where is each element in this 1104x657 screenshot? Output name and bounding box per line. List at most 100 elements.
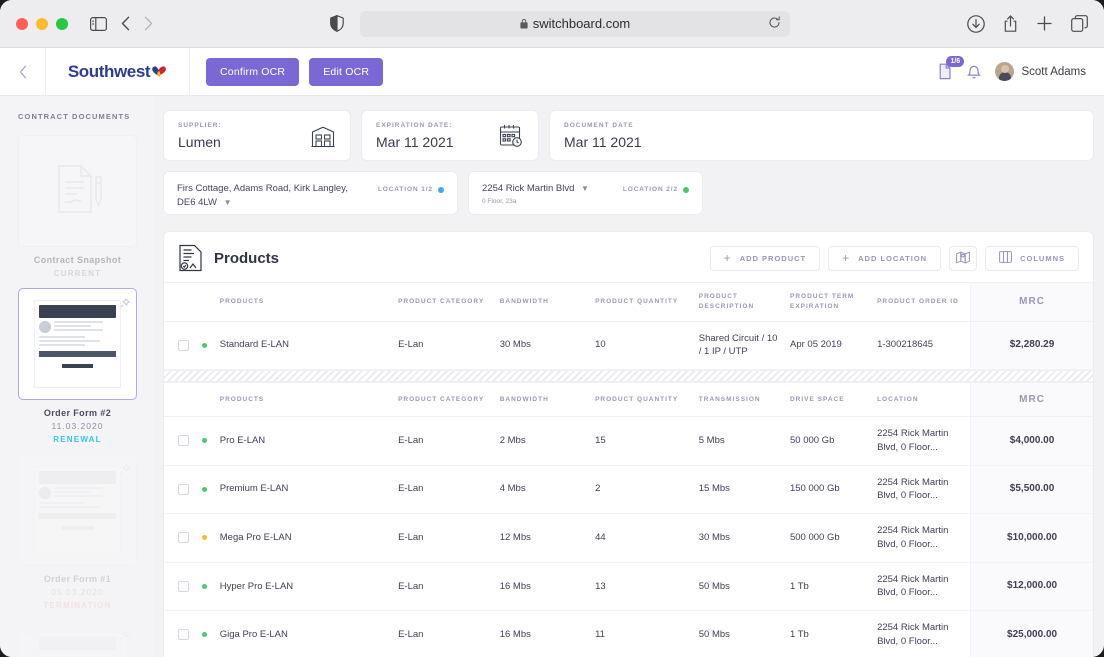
location-name: Firs Cottage, Adams Road, Kirk Langley, … [177, 183, 348, 208]
cell-mrc: $5,500.00 [970, 465, 1093, 515]
sidebar-item-order-form-1[interactable]: Order Form #1 05.03.2020 TERMINATION [18, 454, 137, 610]
row-status-cell [196, 513, 214, 563]
add-product-button[interactable]: + ADD PRODUCT [709, 245, 821, 271]
window-traffic-lights [16, 17, 68, 30]
location-card-1[interactable]: Firs Cottage, Adams Road, Kirk Langley, … [163, 171, 458, 215]
table-row[interactable]: Standard E-LAN E-Lan 30 Mbs 10 Shared Ci… [164, 321, 1093, 371]
location-sub: 0 Floor, 23a [482, 197, 517, 205]
cell-product-category: E-Lan [392, 610, 494, 657]
row-checkbox[interactable] [178, 435, 189, 447]
expiration-date-card[interactable]: EXPIRATION DATE: Mar 11 2021 [361, 110, 539, 161]
row-checkbox[interactable] [178, 483, 189, 495]
forward-icon[interactable] [144, 16, 153, 31]
row-checkbox[interactable] [178, 580, 189, 592]
col-product-category[interactable]: PRODUCT CATEGORY [392, 382, 494, 418]
sidebar-item-next[interactable] [18, 620, 137, 657]
col-bandwidth[interactable]: BANDWIDTH [493, 382, 590, 418]
cell-product-name: Hyper Pro E-LAN [213, 562, 393, 612]
cell-product-order-id: 1-300218645 [871, 321, 971, 371]
sidebar-item-status: RENEWAL [53, 435, 102, 444]
notifications-bell-icon[interactable] [967, 64, 982, 80]
location-name-wrap[interactable]: 2254 Rick Martin Blvd ▼ [482, 182, 589, 196]
row-checkbox-cell[interactable] [164, 513, 197, 563]
location-status-dot [438, 186, 444, 193]
chevron-down-icon[interactable]: ▼ [581, 184, 589, 193]
shield-icon[interactable] [330, 11, 344, 37]
col-product-quantity[interactable]: PRODUCT QUANTITY [589, 282, 693, 322]
col-products[interactable]: PRODUCTS [213, 382, 393, 418]
add-location-label: ADD LOCATION [858, 253, 928, 263]
col-mrc[interactable]: MRC [970, 382, 1093, 418]
col-product-description[interactable]: PRODUCT DESCRIPTION [692, 282, 784, 322]
row-checkbox[interactable] [178, 629, 189, 641]
share-icon[interactable] [1003, 14, 1018, 33]
sidebar-item-order-form-2[interactable]: Order Form #2 11.03.2020 RENEWAL [18, 288, 137, 444]
table-row[interactable]: Premium E-LAN E-Lan 4 Mbs 2 15 Mbs 150 000 Gb… [164, 465, 1093, 515]
cell-location: 2254 Rick Martin Blvd, 0 Floor... [871, 562, 971, 612]
downloads-icon[interactable] [967, 14, 985, 33]
page-back-button[interactable] [0, 47, 46, 96]
col-bandwidth[interactable]: BANDWIDTH [493, 282, 590, 322]
col-product-quantity[interactable]: PRODUCT QUANTITY [589, 382, 693, 418]
cell-transmission: 5 Mbs [692, 416, 784, 466]
row-checkbox-cell[interactable] [164, 610, 197, 657]
pin-icon[interactable] [120, 461, 131, 479]
sidebar-item-contract-snapshot[interactable]: Contract Snapshot CURRENT [18, 135, 137, 278]
row-checkbox-cell[interactable] [164, 465, 197, 515]
col-product-order-id[interactable]: PRODUCT ORDER ID [871, 282, 971, 322]
col-product-category[interactable]: PRODUCT CATEGORY [392, 282, 494, 322]
sidebar-item-status: CURRENT [53, 269, 102, 278]
sidebar: CONTRACT DOCUMENTS Contract Snapshot CUR… [0, 96, 155, 657]
row-checkbox[interactable] [178, 532, 189, 544]
address-bar[interactable]: switchboard.com [360, 10, 790, 37]
row-status-cell [196, 610, 214, 657]
columns-button[interactable]: COLUMNS [985, 245, 1079, 271]
row-checkbox[interactable] [178, 339, 189, 351]
table-row[interactable]: Pro E-LAN E-Lan 2 Mbs 15 5 Mbs 50 000 Gb 2254 … [164, 416, 1093, 466]
row-checkbox-cell[interactable] [164, 321, 197, 371]
sidebar-toggle-icon[interactable] [90, 16, 107, 31]
table-row[interactable]: Giga Pro E-LAN E-Lan 16 Mbs 11 50 Mbs 1 Tb 225… [164, 610, 1093, 657]
col-transmission[interactable]: TRANSMISSION [692, 382, 784, 418]
cell-product-term-expiration: Apr 05 2019 [783, 321, 872, 371]
row-status-cell [196, 321, 214, 371]
col-drive-space[interactable]: DRIVE SPACE [783, 382, 872, 418]
url-text: switchboard.com [532, 16, 631, 31]
documents-badge: 1/6 [946, 56, 965, 67]
contract-info-cards: SUPPLIER: Lumen EXPIRATION DATE: Mar 11 … [163, 110, 1094, 161]
document-date-card[interactable]: DOCUMENT DATE Mar 11 2021 [549, 110, 1094, 161]
pin-icon[interactable] [120, 295, 131, 313]
supplier-card[interactable]: SUPPLIER: Lumen [163, 110, 351, 161]
col-product-term-expiration[interactable]: PRODUCT TERM EXPIRATION [783, 282, 872, 322]
maximize-window-button[interactable] [56, 17, 68, 30]
col-mrc[interactable]: MRC [970, 282, 1093, 322]
confirm-ocr-button[interactable]: Confirm OCR [206, 57, 300, 86]
row-checkbox-cell[interactable] [164, 416, 197, 466]
chevron-left-icon [19, 65, 26, 78]
map-view-button[interactable] [949, 245, 978, 271]
minimize-window-button[interactable] [36, 17, 48, 30]
table-header-row: PRODUCTS PRODUCT CATEGORY BANDWIDTH PROD… [164, 382, 1093, 418]
add-location-button[interactable]: + ADD LOCATION [828, 245, 942, 271]
reload-icon[interactable] [768, 15, 781, 32]
pin-icon[interactable] [120, 627, 131, 645]
tabs-icon[interactable] [1071, 15, 1088, 32]
location-name-wrap[interactable]: Firs Cottage, Adams Road, Kirk Langley, … [177, 182, 362, 210]
table-row[interactable]: Mega Pro E-LAN E-Lan 12 Mbs 44 30 Mbs 500 000… [164, 513, 1093, 563]
brand-name: Southwest [67, 61, 151, 81]
edit-ocr-button[interactable]: Edit OCR [309, 57, 384, 86]
brand-logo[interactable]: Southwest [46, 47, 190, 96]
row-checkbox-cell[interactable] [164, 562, 197, 612]
documents-counter[interactable]: 1/6 [937, 56, 965, 80]
sidebar-item-date: 11.03.2020 [51, 421, 104, 431]
col-products[interactable]: PRODUCTS [213, 282, 393, 322]
table-row[interactable]: Hyper Pro E-LAN E-Lan 16 Mbs 13 50 Mbs 1 Tb 22… [164, 562, 1093, 612]
close-window-button[interactable] [16, 17, 28, 30]
user-menu[interactable]: Scott Adams [995, 62, 1086, 81]
chevron-down-icon[interactable]: ▼ [224, 198, 232, 207]
new-tab-icon[interactable] [1036, 15, 1053, 32]
col-location[interactable]: LOCATION [871, 382, 971, 418]
cell-product-category: E-Lan [392, 321, 494, 371]
back-icon[interactable] [121, 16, 130, 31]
location-card-2[interactable]: 2254 Rick Martin Blvd ▼ 0 Floor, 23a LOC… [468, 171, 703, 215]
